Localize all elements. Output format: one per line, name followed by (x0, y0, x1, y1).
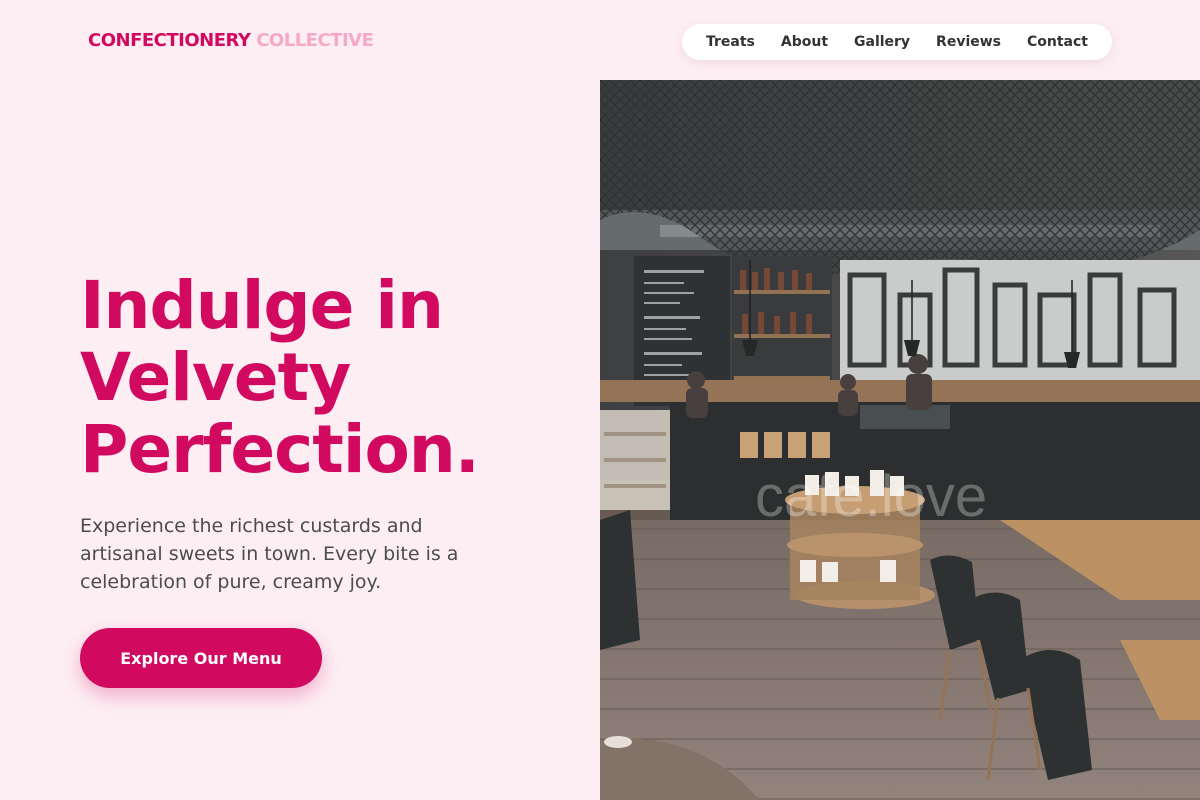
nav-link-about[interactable]: About (781, 34, 828, 50)
nav-link-reviews[interactable]: Reviews (936, 34, 1001, 50)
hero-subtitle: Experience the richest custards and arti… (80, 515, 459, 593)
hero-title-line: Perfection. (80, 411, 480, 488)
hero-title-line: Velvety (80, 339, 351, 416)
logo-primary-text: CONFECTIONERY (88, 30, 251, 51)
explore-menu-button[interactable]: Explore Our Menu (80, 628, 322, 688)
hero-title: Indulge in Velvety Perfection. (80, 270, 590, 486)
brand-logo[interactable]: CONFECTIONERY COLLECTIVE (88, 30, 374, 51)
nav-link-gallery[interactable]: Gallery (854, 34, 910, 50)
main-nav: Treats About Gallery Reviews Contact (682, 24, 1112, 60)
hero-title-line: Indulge in (80, 267, 444, 344)
nav-link-contact[interactable]: Contact (1027, 34, 1088, 50)
nav-link-treats[interactable]: Treats (706, 34, 755, 50)
cafe-interior-image: cafe.love (600, 80, 1200, 800)
image-watermark: cafe.love (755, 464, 988, 529)
logo-secondary-text: COLLECTIVE (256, 30, 374, 51)
